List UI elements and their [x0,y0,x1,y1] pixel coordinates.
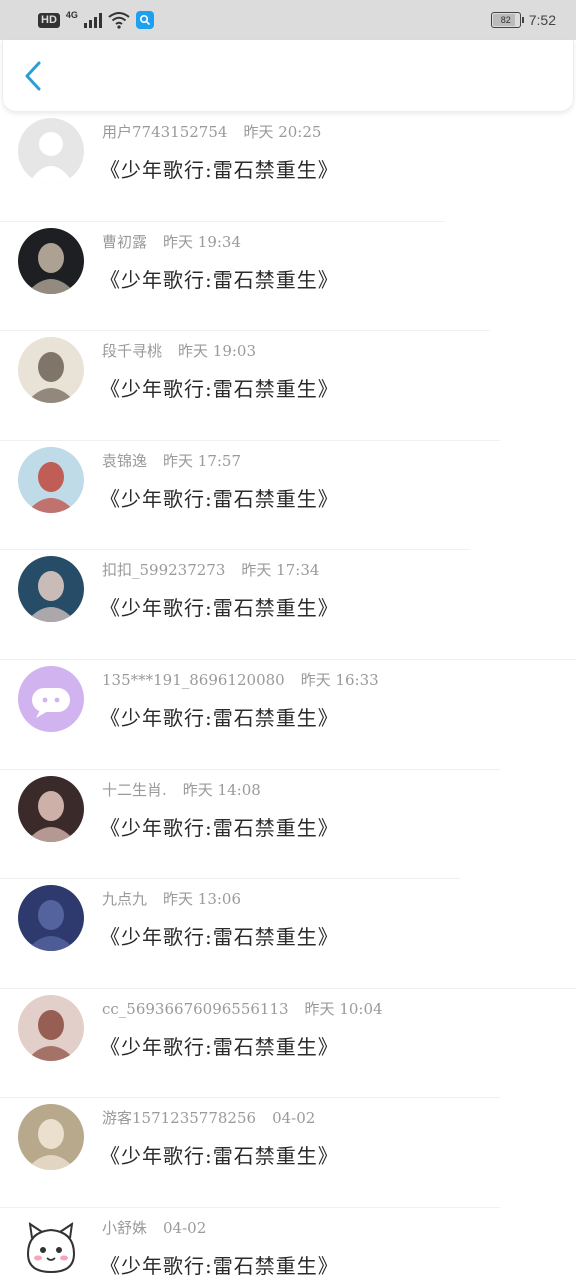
comment-row[interactable]: 135***191_8696120080 昨天 16:33 《少年歌行:雷石禁重生… [0,660,576,770]
comment-meta: 段千寻桃 昨天 19:03 [102,340,256,361]
user-avatar[interactable] [18,118,84,184]
username[interactable]: 游客1571235778256 [102,1109,256,1127]
comment-text: 《少年歌行:雷石禁重生》 [100,267,339,292]
comment-row[interactable]: 曹初露 昨天 19:34 《少年歌行:雷石禁重生》 [0,222,576,332]
username[interactable]: 曹初露 [102,233,147,251]
comment-meta: 用户7743152754 昨天 20:25 [102,121,321,142]
user-avatar[interactable] [18,885,84,952]
battery-icon: 82 [490,12,524,28]
comment-meta: 十二生肖. 昨天 14:08 [102,779,261,800]
comment-row[interactable]: 游客1571235778256 04-02 《少年歌行:雷石禁重生》 [0,1098,576,1208]
comment-time: 04-02 [163,1218,207,1237]
comment-time: 昨天 20:25 [243,123,322,141]
comment-time: 昨天 17:34 [241,561,320,580]
status-bar: HD 4G 82 7:52 [0,0,576,40]
user-avatar[interactable] [18,1213,84,1280]
comment-row[interactable]: 十二生肖. 昨天 14:08 《少年歌行:雷石禁重生》 [0,770,576,880]
comment-meta: 曹初露 昨天 19:34 [102,231,241,252]
username[interactable]: 九点九 [102,890,147,908]
user-avatar[interactable] [18,665,84,732]
comment-meta: 扣扣_599237273 昨天 17:34 [102,559,319,580]
comment-time: 昨天 14:08 [182,780,261,799]
username[interactable]: 135***191_8696120080 [102,671,285,689]
comment-text: 《少年歌行:雷石禁重生》 [100,925,339,950]
username[interactable]: 袁锦逸 [102,452,147,470]
comment-text: 《少年歌行:雷石禁重生》 [100,486,339,511]
chevron-left-icon [25,61,41,90]
hd-badge: HD [38,12,60,28]
comment-text: 《少年歌行:雷石禁重生》 [100,377,339,402]
comment-row[interactable]: 用户7743152754 昨天 20:25 《少年歌行:雷石禁重生》 [0,112,576,222]
search-app-icon [135,11,154,29]
comment-text: 《少年歌行:雷石禁重生》 [100,1253,339,1278]
comment-text: 《少年歌行:雷石禁重生》 [100,158,339,182]
top-nav-bar [2,40,574,112]
comment-meta: cc_56936676096556113 昨天 10:04 [102,998,383,1019]
username[interactable]: cc_56936676096556113 [102,1000,289,1018]
status-left: HD 4G [38,10,154,29]
comment-row[interactable]: 扣扣_599237273 昨天 17:34 《少年歌行:雷石禁重生》 [0,550,576,660]
battery-level: 82 [500,15,511,25]
network-label: 4G [65,10,78,20]
username[interactable]: 小舒姝 [102,1219,147,1237]
comment-meta: 135***191_8696120080 昨天 16:33 [102,669,379,690]
username[interactable]: 扣扣_599237273 [102,561,225,579]
user-avatar[interactable] [18,556,84,623]
status-time: 7:52 [528,12,556,28]
signal-icon [83,12,102,28]
comment-time: 昨天 16:33 [300,670,379,689]
comment-meta: 袁锦逸 昨天 17:57 [102,450,241,471]
comment-text: 《少年歌行:雷石禁重生》 [100,815,339,840]
comment-time: 昨天 10:04 [304,999,383,1018]
user-avatar[interactable] [18,1104,84,1171]
comment-text: 《少年歌行:雷石禁重生》 [100,705,339,730]
comment-time: 04-02 [272,1109,316,1128]
status-right: 82 7:52 [490,12,556,28]
comment-meta: 九点九 昨天 13:06 [102,888,241,909]
user-avatar[interactable] [18,446,84,513]
comment-row[interactable]: 段千寻桃 昨天 19:03 《少年歌行:雷石禁重生》 [0,331,576,441]
user-avatar[interactable] [18,337,84,404]
comment-time: 昨天 17:57 [163,451,242,470]
comment-row[interactable]: 小舒姝 04-02 《少年歌行:雷石禁重生》 [0,1208,576,1280]
wifi-icon [108,12,130,29]
comment-meta: 游客1571235778256 04-02 [102,1107,315,1128]
comment-row[interactable]: cc_56936676096556113 昨天 10:04 《少年歌行:雷石禁重生… [0,989,576,1099]
user-avatar[interactable] [18,227,84,294]
comment-time: 昨天 19:34 [163,232,242,251]
user-avatar[interactable] [18,775,84,842]
comment-list: 用户7743152754 昨天 20:25 《少年歌行:雷石禁重生》 曹初露 昨天 … [0,112,576,1280]
comment-text: 《少年歌行:雷石禁重生》 [100,1144,339,1169]
comment-time: 昨天 19:03 [178,342,257,361]
comment-meta: 小舒姝 04-02 [102,1217,206,1238]
back-button[interactable] [3,40,63,112]
comment-text: 《少年歌行:雷石禁重生》 [100,1034,339,1059]
user-avatar[interactable] [18,994,84,1061]
username[interactable]: 用户7743152754 [102,123,227,141]
comment-row[interactable]: 九点九 昨天 13:06 《少年歌行:雷石禁重生》 [0,879,576,989]
username[interactable]: 段千寻桃 [102,342,162,360]
username[interactable]: 十二生肖. [102,781,167,799]
comment-text: 《少年歌行:雷石禁重生》 [100,596,339,621]
comment-time: 昨天 13:06 [163,890,242,909]
comment-row[interactable]: 袁锦逸 昨天 17:57 《少年歌行:雷石禁重生》 [0,441,576,551]
